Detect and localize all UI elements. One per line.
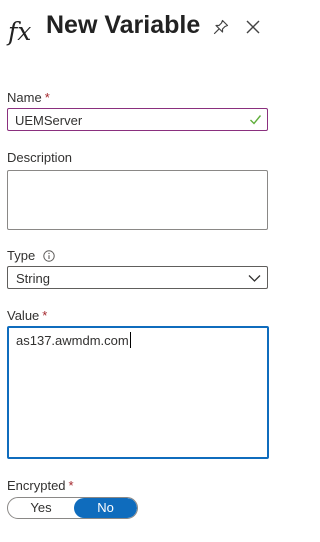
chevron-down-icon — [248, 275, 261, 282]
page-title: New Variable — [46, 11, 201, 39]
encrypted-no-option[interactable]: No — [74, 498, 137, 518]
required-mark: * — [68, 478, 74, 493]
text-cursor — [130, 332, 131, 348]
encrypted-toggle[interactable]: Yes No — [7, 497, 138, 519]
value-label: Value * — [7, 308, 48, 323]
panel-header: fx New Variable — [0, 0, 278, 56]
value-field[interactable]: as137.awmdm.com — [7, 326, 269, 459]
required-mark: * — [42, 308, 48, 323]
value-text: as137.awmdm.com — [16, 333, 129, 348]
type-label: Type — [7, 248, 55, 263]
check-icon — [250, 115, 262, 125]
pin-icon[interactable] — [212, 18, 230, 36]
fx-icon: fx — [8, 17, 32, 46]
type-select[interactable]: String — [7, 266, 268, 289]
name-label: Name * — [7, 90, 50, 105]
encrypted-yes-option[interactable]: Yes — [8, 498, 74, 518]
info-icon[interactable] — [43, 250, 55, 262]
description-label: Description — [7, 150, 73, 165]
encrypted-label: Encrypted * — [7, 478, 74, 493]
description-field[interactable] — [7, 170, 268, 230]
close-icon[interactable] — [245, 19, 261, 35]
type-selected-value: String — [16, 271, 50, 286]
name-input[interactable]: UEMServer — [7, 108, 268, 131]
name-value: UEMServer — [15, 113, 83, 128]
required-mark: * — [44, 90, 50, 105]
